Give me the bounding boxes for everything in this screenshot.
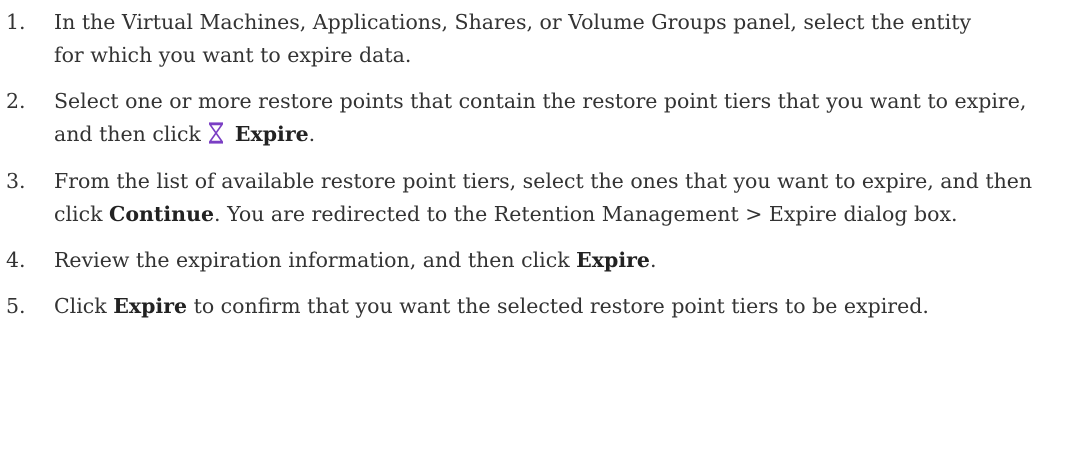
step-2: 2. Select one or more restore points tha… [0, 85, 1054, 151]
expire-label: Expire [576, 248, 650, 272]
step-4: 4. Review the expiration information, an… [0, 244, 1064, 277]
step-number: 4. [6, 248, 26, 272]
step-text: Select one or more restore points that c… [54, 89, 1027, 146]
expire-label: Expire [234, 122, 309, 146]
step-number: 2. [6, 89, 26, 113]
step-number: 3. [6, 169, 26, 193]
step-1: 1. In the Virtual Machines, Applications… [0, 6, 994, 72]
step-3: 3. From the list of available restore po… [0, 165, 1064, 231]
continue-label: Continue [109, 202, 215, 226]
expire-label: Expire [113, 294, 188, 318]
step-text-end: . You are redirected to the Retention Ma… [214, 202, 958, 226]
step-text: Click [54, 294, 107, 318]
step-5: 5. Click Expire to confirm that you want… [0, 290, 1054, 323]
step-text-end: to confirm that you want the selected re… [193, 294, 929, 318]
step-number: 5. [6, 294, 26, 318]
step-text: Review the expiration information, and t… [54, 248, 570, 272]
step-text-end: . [649, 248, 657, 272]
step-number: 1. [6, 10, 26, 34]
step-text: In the Virtual Machines, Applications, S… [54, 10, 972, 67]
hourglass-icon [207, 122, 225, 144]
step-text-end: . [308, 122, 316, 146]
procedure-steps: 1. In the Virtual Machines, Applications… [0, 6, 1077, 323]
